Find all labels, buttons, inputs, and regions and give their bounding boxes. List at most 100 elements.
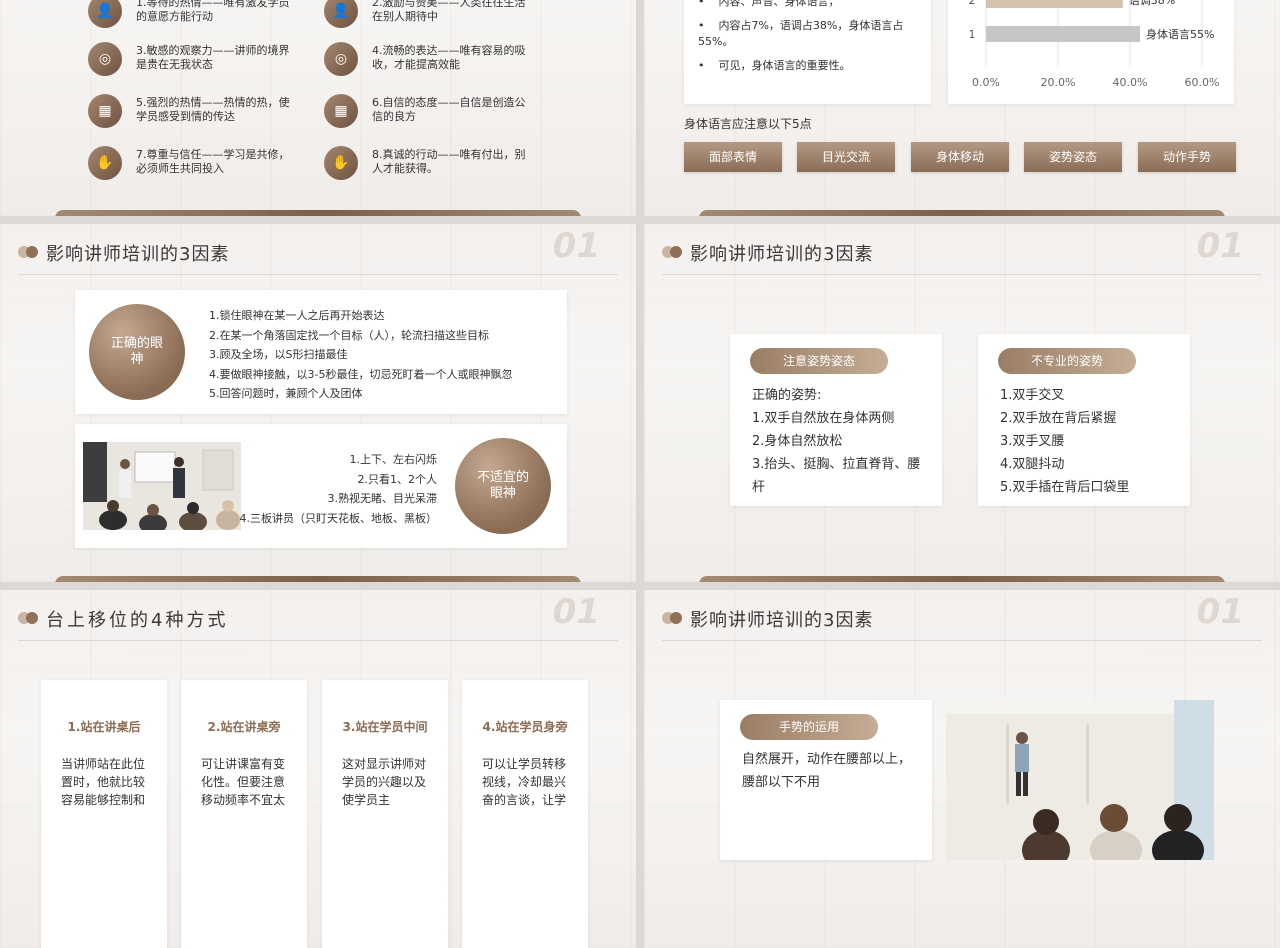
slide-body-language: • 内容、声音、身体语言， • 内容占7%，语调占38%，身体语言占55%。 •… [644,0,1280,216]
bar-data-label: 语调38% [1129,0,1175,7]
slide-bottom-bar [699,210,1225,216]
correct-eye-item: 4.要做眼神接触，以3-5秒最佳，切忌死盯着一个人或眼神飘忽 [209,367,513,381]
title-dots-icon [18,246,42,258]
slide-title: 影响讲师培训的3因素 [46,244,230,265]
slide-title: 影响讲师培训的3因素 [690,610,874,631]
wrong-eye-item: 2.只看1、2个人 [357,472,438,486]
title-divider [18,640,618,641]
presentation-illustration [946,700,1214,860]
posture-wrong-line: 4.双腿抖动 [1000,457,1065,472]
gesture-pill: 手势的运用 [740,714,878,740]
posture-wrong-pill: 不专业的姿势 [998,348,1136,374]
wrong-eye-card: 1.上下、左右闪烁 2.只看1、2个人 3.熟视无睹、目光呆滞 4.三板讲员（只盯天花… [75,424,567,548]
correct-eye-card: 正确的眼神 1.锁住眼神在某一人之后再开始表达 2.在某一个角落固定找一个目标（人… [75,290,567,414]
method-body: 当讲师站在此位置时，他就比较容易能够控制和 [61,757,146,807]
posture-wrong-line: 1.双手交叉 [1000,388,1065,403]
slide-title: 影响讲师培训的3因素 [690,244,874,265]
body-language-button[interactable]: 动作手势 [1138,142,1236,172]
method-body: 这对显示讲师对学员的兴趣以及使学员主 [342,757,427,807]
posture-correct-card: 注意姿势姿态 正确的姿势: 1.双手自然放在身体两侧 2.身体自然放松 3.抬头、挺胸… [730,334,942,506]
slide-bottom-bar [55,576,581,582]
handshake-icon: ✋ [324,146,358,180]
posture-wrong-card: 不专业的姿势 1.双手交叉 2.双手放在背后紧握 3.双手叉腰 4.双腿抖动 5.双手插… [978,334,1190,506]
posture-correct-line: 3.抬头、挺胸、拉直脊背、腰杆 [752,457,921,495]
method-title: 4.站在学员身旁 [482,720,568,734]
presentation-photo [946,700,1214,860]
title-divider [18,274,618,275]
method-title: 1.站在讲桌后 [67,720,141,734]
y-tick-label: 2 [969,0,976,7]
slide-stage-movement: 台上移位的4种方式 01 1.站在讲桌后当讲师站在此位置时，他就比较容易能够控制… [0,590,636,948]
target-icon: ◎ [88,42,122,76]
person-icon: 👤 [324,0,358,28]
wrong-eye-item: 3.熟视无睹、目光呆滞 [327,492,438,505]
bullet-item: • 内容占7%，语调占38%，身体语言占55%。 [698,19,904,48]
wrong-eye-label: 不适宜的眼神 [476,470,529,501]
body-language-subtitle: 身体语言应注意以下5点 [684,117,812,131]
posture-wrong-line: 2.双手放在背后紧握 [1000,411,1117,426]
method-card: 3.站在学员中间 这对显示讲师对学员的兴趣以及使学员主 [322,680,448,948]
classroom-illustration [83,442,241,530]
body-language-button[interactable]: 身体移动 [911,142,1009,172]
method-body: 可让讲课富有变化性。但要注意移动频率不宜太 [201,757,286,807]
posture-wrong-line: 3.双手叉腰 [1000,434,1065,449]
method-body: 可以让学员转移视线，冷却最兴奋的言谈，让学 [482,757,567,807]
bar-chart: 0.0% 20.0% 40.0% 60.0% 1 身体语言55% 2 语调38% [969,0,1219,89]
attribute-text: 2.激励与赞美——人类往往生活在别人期待中 [372,0,526,23]
slide-title: 台上移位的4种方式 [46,610,229,631]
body-language-button[interactable]: 面部表情 [684,142,782,172]
slide-attributes: 👤 1.等待的热情——唯有激发学员的意愿方能行动 👤 2.激励与赞美——人类往往生活在… [0,0,636,216]
slide-bottom-bar [699,576,1225,582]
posture-wrong-line: 5.双手插在背后口袋里 [1000,480,1130,495]
method-title: 2.站在讲桌旁 [207,720,281,734]
x-tick-label: 20.0% [1041,76,1076,89]
method-card: 1.站在讲桌后当讲师站在此位置时，他就比较容易能够控制和 [41,680,167,948]
bullet-item: • 内容、声音、身体语言， [698,0,840,8]
body-language-button[interactable]: 目光交流 [797,142,895,172]
attribute-text: 1.等待的热情——唯有激发学员的意愿方能行动 [136,0,290,23]
x-tick-label: 0.0% [972,76,1000,89]
wrong-eye-circle: 不适宜的眼神 [455,438,551,534]
correct-eye-item: 1.锁住眼神在某一人之后再开始表达 [209,309,385,322]
title-dots-icon [662,246,686,258]
attribute-text: 3.敏感的观察力——讲师的境界是贵在无我状态 [136,44,290,71]
page-number: 01 [1196,226,1244,266]
gesture-card: 手势的运用 自然展开，动作在腰部以上，腰部以下不用 [720,700,932,860]
correct-eye-item: 5.回答问题时，兼顾个人及团体 [209,387,363,400]
method-card: 2.站在讲桌旁可让讲课富有变化性。但要注意移动频率不宜太 [181,680,307,948]
slide-bottom-bar [55,210,581,216]
title-divider [662,274,1262,275]
attribute-text: 6.自信的态度——自信是创造公信的良方 [372,96,526,123]
gesture-text: 自然展开，动作在腰部以上，腰部以下不用 [742,752,912,790]
attribute-text: 4.流畅的表达——唯有容易的吸收，才能提高效能 [372,44,526,71]
target-icon: ◎ [324,42,358,76]
y-tick-label: 1 [969,28,976,41]
correct-eye-label: 正确的眼神 [110,336,163,367]
title-dots-icon [662,612,686,624]
attribute-text: 5.强烈的热情——热情的热，使学员感受到情的传达 [136,96,290,123]
correct-eye-item: 2.在某一个角落固定找一个目标（人），轮流扫描这些目标 [209,328,489,342]
posture-correct-line: 1.双手自然放在身体两侧 [752,411,895,426]
chart-bar [986,0,1123,8]
bar-data-label: 身体语言55% [1146,27,1214,41]
page-number: 01 [552,226,600,266]
wrong-eye-item: 1.上下、左右闪烁 [349,453,438,466]
page-number: 01 [552,592,600,632]
person-icon: 👤 [88,0,122,28]
handshake-icon: ✋ [88,146,122,180]
chart-bar [986,26,1140,42]
slide-posture: 影响讲师培训的3因素 01 注意姿势姿态 正确的姿势: 1.双手自然放在身体两侧 2… [644,224,1280,582]
bullet-item: • 可见，身体语言的重要性。 [698,59,851,72]
chart-card: 0.0% 20.0% 40.0% 60.0% 1 身体语言55% 2 语调38% [948,0,1234,104]
x-tick-label: 40.0% [1113,76,1148,89]
body-language-button[interactable]: 姿势姿态 [1024,142,1122,172]
calendar-icon: ▦ [324,94,358,128]
posture-correct-line: 正确的姿势: [752,388,822,403]
calendar-icon: ▦ [88,94,122,128]
page-number: 01 [1196,592,1244,632]
title-dots-icon [18,612,42,624]
slide-eye-contact: 影响讲师培训的3因素 01 正确的眼神 1.锁住眼神在某一人之后再开始表达 2.在… [0,224,636,582]
title-divider [662,640,1262,641]
correct-eye-circle: 正确的眼神 [89,304,185,400]
method-card: 4.站在学员身旁可以让学员转移视线，冷却最兴奋的言谈，让学 [462,680,588,948]
